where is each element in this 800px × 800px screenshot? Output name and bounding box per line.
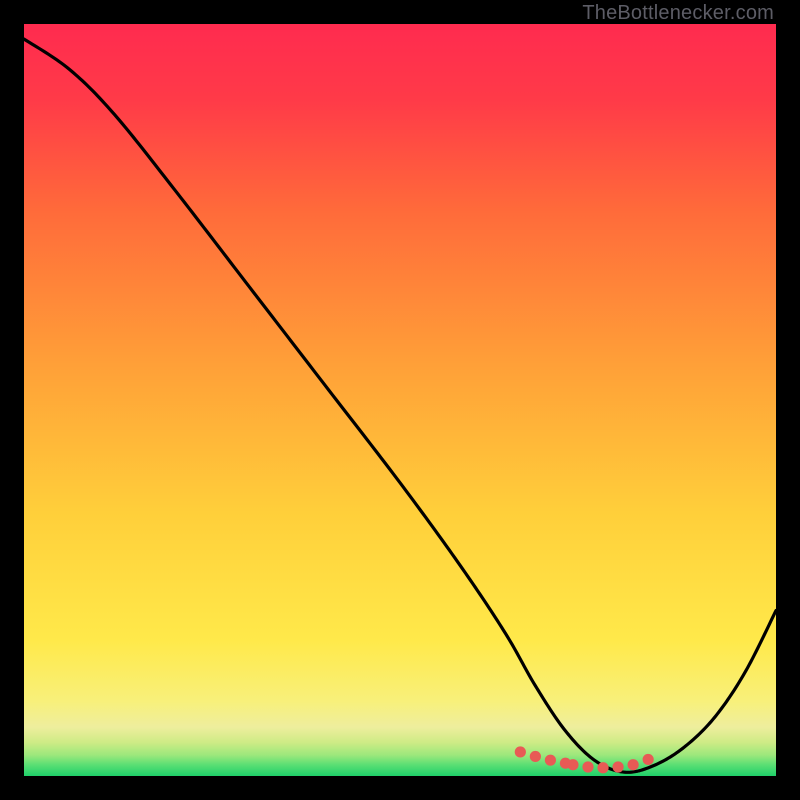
data-marker xyxy=(597,762,608,773)
data-marker xyxy=(643,754,654,765)
data-marker xyxy=(628,759,639,770)
data-marker xyxy=(567,759,578,770)
chart-frame xyxy=(24,24,776,776)
chart-plot xyxy=(24,24,776,776)
chart-svg xyxy=(24,24,776,776)
data-marker xyxy=(582,761,593,772)
data-marker xyxy=(612,761,623,772)
data-marker xyxy=(515,746,526,757)
watermark-label: TheBottlenecker.com xyxy=(582,2,774,25)
data-marker xyxy=(530,751,541,762)
gradient-background xyxy=(24,24,776,776)
data-marker xyxy=(545,755,556,766)
